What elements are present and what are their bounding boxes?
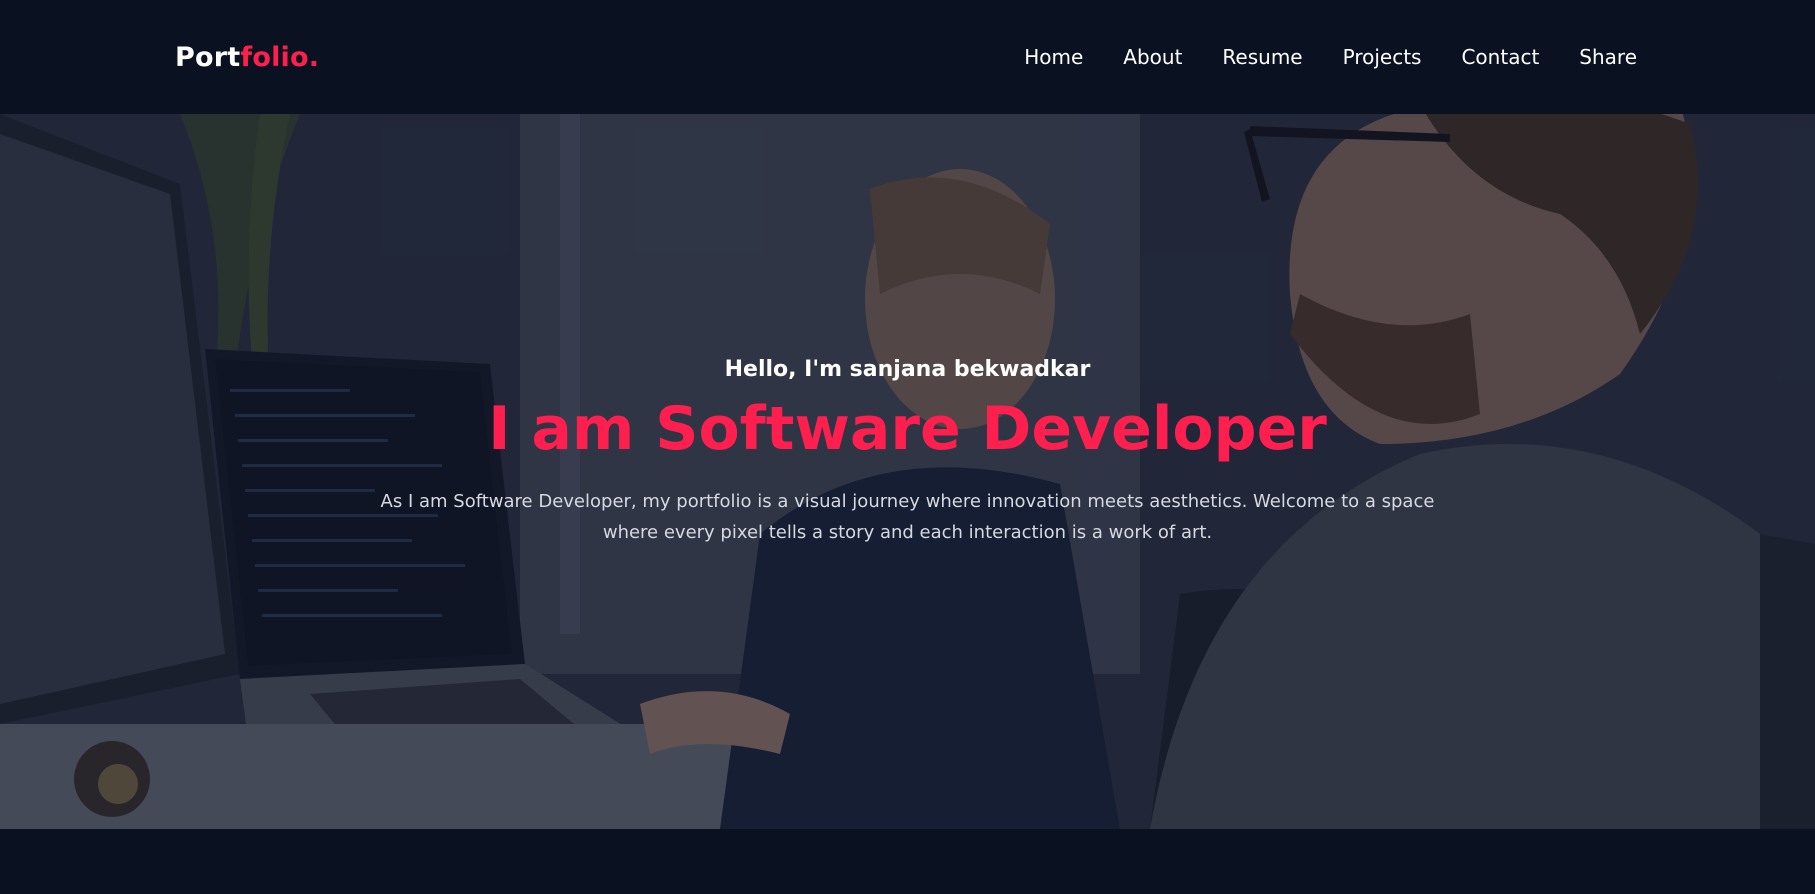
nav-projects[interactable]: Projects [1343, 45, 1422, 69]
navbar: Portfolio. Home About Resume Projects Co… [0, 0, 1815, 114]
hero-section: Hello, I'm sanjana bekwadkar I am Softwa… [0, 114, 1815, 829]
page-bottom-band [0, 829, 1815, 894]
nav-about[interactable]: About [1123, 45, 1182, 69]
nav-share[interactable]: Share [1579, 45, 1637, 69]
hero-content: Hello, I'm sanjana bekwadkar I am Softwa… [0, 114, 1815, 829]
main-nav: Home About Resume Projects Contact Share [1024, 45, 1637, 69]
logo-main: Port [175, 41, 241, 73]
hero-headline: I am Software Developer [488, 394, 1327, 464]
nav-home[interactable]: Home [1024, 45, 1083, 69]
hero-description: As I am Software Developer, my portfolio… [380, 491, 1435, 543]
logo-accent: folio. [240, 41, 320, 73]
nav-resume[interactable]: Resume [1222, 45, 1302, 69]
hero-greeting: Hello, I'm sanjana bekwadkar [724, 357, 1091, 382]
logo[interactable]: Portfolio. [175, 42, 319, 73]
nav-contact[interactable]: Contact [1461, 45, 1539, 69]
